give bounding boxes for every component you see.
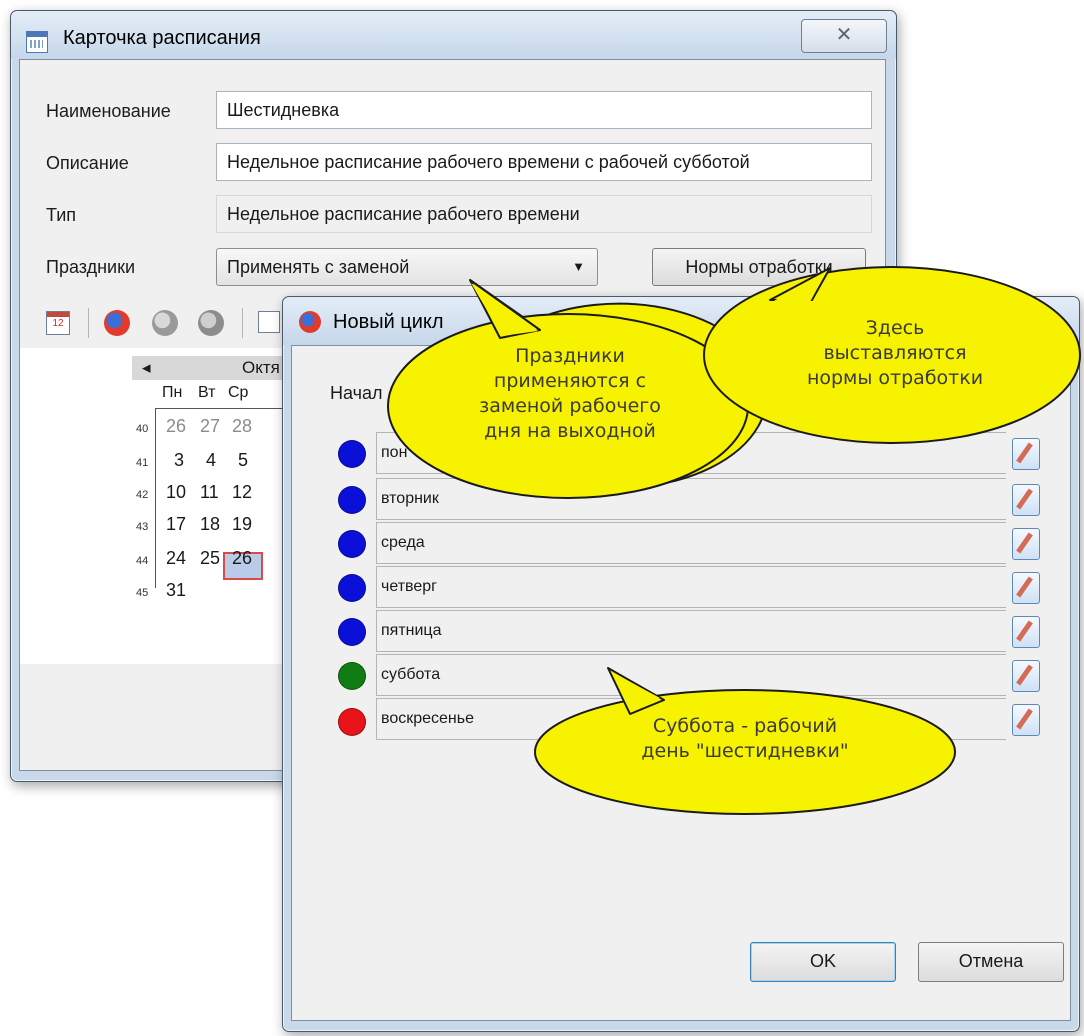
edit-day-button[interactable] <box>1012 704 1040 736</box>
day-color-indicator[interactable] <box>338 708 366 736</box>
close-icon: ✕ <box>835 24 853 46</box>
name-field[interactable]: Шестидневка <box>216 91 872 129</box>
day-color-indicator[interactable] <box>338 530 366 558</box>
edit-day-button[interactable] <box>1012 484 1040 516</box>
day-color-indicator[interactable] <box>338 662 366 690</box>
pencil-icon <box>1016 488 1033 510</box>
new-cycle-icon[interactable] <box>104 310 130 336</box>
calendar-day[interactable]: 3 <box>174 450 184 471</box>
close-button[interactable]: ✕ <box>801 19 887 53</box>
calendar-day[interactable]: 5 <box>238 450 248 471</box>
pencil-icon <box>1016 442 1033 464</box>
calendar-day[interactable]: 18 <box>200 514 220 535</box>
toolbar-separator <box>88 308 89 338</box>
calendar-day[interactable]: 26 <box>166 416 186 437</box>
calendar-month-name: Октя <box>242 358 280 377</box>
callout-line: Суббота - рабочий <box>652 715 838 737</box>
calendar-day[interactable]: 4 <box>206 450 216 471</box>
calendar-day-today[interactable]: 26 <box>232 548 252 569</box>
pencil-icon <box>1016 576 1033 598</box>
edit-cycle-icon[interactable] <box>152 310 178 336</box>
new-cycle-title: Новый цикл <box>333 311 444 333</box>
day-color-indicator[interactable] <box>338 486 366 514</box>
week-number: 42 <box>136 489 149 501</box>
pencil-icon <box>1016 664 1033 686</box>
pencil-icon <box>1016 620 1033 642</box>
work-norms-button[interactable]: Нормы отработки <box>652 248 866 286</box>
calendar-day[interactable]: 31 <box>166 580 186 601</box>
calendar-view-icon[interactable] <box>258 311 280 333</box>
calendar-today-icon[interactable]: 12 <box>46 311 70 335</box>
new-cycle-body: Начал пон вторник среда четверг пятница … <box>291 345 1071 1021</box>
edit-day-button[interactable] <box>1012 572 1040 604</box>
calendar-day[interactable]: 28 <box>232 416 252 437</box>
edit-day-button[interactable] <box>1012 616 1040 648</box>
day-name-field[interactable]: суббота <box>376 654 1006 696</box>
calendar-app-icon <box>26 31 48 53</box>
edit-day-button[interactable] <box>1012 528 1040 560</box>
norms-callout-text: Здесь выставляются нормы отработки <box>760 316 1030 391</box>
type-label: Тип <box>46 205 77 225</box>
callout-line: Праздники <box>515 345 625 367</box>
edit-day-button[interactable] <box>1012 438 1040 470</box>
prev-month-icon[interactable]: ◂ <box>142 356 151 380</box>
cycle-start-label: Начал <box>330 383 383 403</box>
callout-line: нормы отработки <box>806 367 984 389</box>
day-name-field[interactable]: вторник <box>376 478 1006 520</box>
calendar-day[interactable]: 27 <box>200 416 220 437</box>
calendar-day[interactable]: 24 <box>166 548 186 569</box>
day-color-indicator[interactable] <box>338 440 366 468</box>
pencil-icon <box>1016 532 1033 554</box>
callout-line: день "шестидневки" <box>641 740 849 762</box>
callout-line: применяются с <box>493 370 647 392</box>
week-number: 45 <box>136 587 149 599</box>
saturday-callout-text: Суббота - рабочий день "шестидневки" <box>570 714 920 764</box>
toolbar-separator <box>242 308 243 338</box>
day-header-mon: Пн <box>162 384 183 401</box>
calendar-day[interactable]: 12 <box>232 482 252 503</box>
name-label: Наименование <box>46 101 171 121</box>
schedule-card-title: Карточка расписания <box>63 27 261 49</box>
calendar-divider-vertical <box>155 408 156 588</box>
day-header-wed: Ср <box>228 384 249 401</box>
week-number: 40 <box>136 423 149 435</box>
cancel-button[interactable]: Отмена <box>918 942 1064 982</box>
edit-day-button[interactable] <box>1012 660 1040 692</box>
day-name-field[interactable]: пятница <box>376 610 1006 652</box>
day-header-tue: Вт <box>198 384 216 401</box>
week-number: 44 <box>136 555 149 567</box>
day-name-field[interactable]: четверг <box>376 566 1006 608</box>
type-field: Недельное расписание рабочего времени <box>216 195 872 233</box>
week-number: 41 <box>136 457 149 469</box>
callout-line: заменой рабочего <box>479 395 661 417</box>
calendar-day[interactable]: 19 <box>232 514 252 535</box>
day-name-field[interactable]: среда <box>376 522 1006 564</box>
description-label: Описание <box>46 153 129 173</box>
calendar-day[interactable]: 11 <box>200 482 219 503</box>
day-color-indicator[interactable] <box>338 574 366 602</box>
chevron-down-icon: ▼ <box>572 259 585 274</box>
callout-line: выставляются <box>823 342 967 364</box>
ok-button[interactable]: OK <box>750 942 896 982</box>
delete-cycle-icon[interactable] <box>198 310 224 336</box>
callout-line: Здесь <box>865 317 925 339</box>
description-field[interactable]: Недельное расписание рабочего времени с … <box>216 143 872 181</box>
day-color-indicator[interactable] <box>338 618 366 646</box>
holidays-dropdown[interactable]: Применять с заменой ▼ <box>216 248 598 286</box>
new-cycle-icon <box>299 311 321 333</box>
calendar-day[interactable]: 25 <box>200 548 220 569</box>
holidays-callout-text: Праздники применяются с заменой рабочего… <box>420 344 720 444</box>
callout-line: дня на выходной <box>484 420 656 442</box>
week-number: 43 <box>136 521 149 533</box>
holidays-dropdown-value: Применять с заменой <box>227 257 410 277</box>
holidays-label: Праздники <box>46 257 136 277</box>
pencil-icon <box>1016 708 1033 730</box>
calendar-day[interactable]: 10 <box>166 482 186 503</box>
calendar-day[interactable]: 17 <box>166 514 186 535</box>
